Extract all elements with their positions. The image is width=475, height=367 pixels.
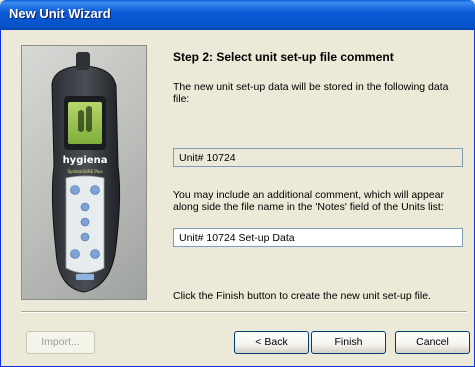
back-button[interactable]: < Back [234,331,309,354]
title-bar[interactable]: New Unit Wizard [0,0,475,30]
brand-logo: hygiena [63,155,108,166]
import-button[interactable]: Import... [26,331,95,354]
step-title: Step 2: Select unit set-up file comment [173,50,394,64]
button-separator [21,311,467,313]
svg-text:SystemSURE Plus: SystemSURE Plus [67,169,102,174]
finish-button[interactable]: Finish [311,331,386,354]
data-file-field: Unit# 10724 [173,148,463,167]
data-file-description: The new unit set-up data will be stored … [173,81,449,105]
comment-input[interactable]: Unit# 10724 Set-up Data [173,228,463,247]
comment-description: You may include an additional comment, w… [173,189,445,213]
cancel-button[interactable]: Cancel [395,331,470,354]
wizard-client-area: hygiena SystemSURE Plus Step 2: Select u… [0,30,475,367]
device-image: hygiena SystemSURE Plus [21,45,147,300]
finish-hint: Click the Finish button to create the ne… [173,290,431,302]
device-illustration: hygiena SystemSURE Plus [51,52,121,293]
window-title: New Unit Wizard [9,6,111,21]
